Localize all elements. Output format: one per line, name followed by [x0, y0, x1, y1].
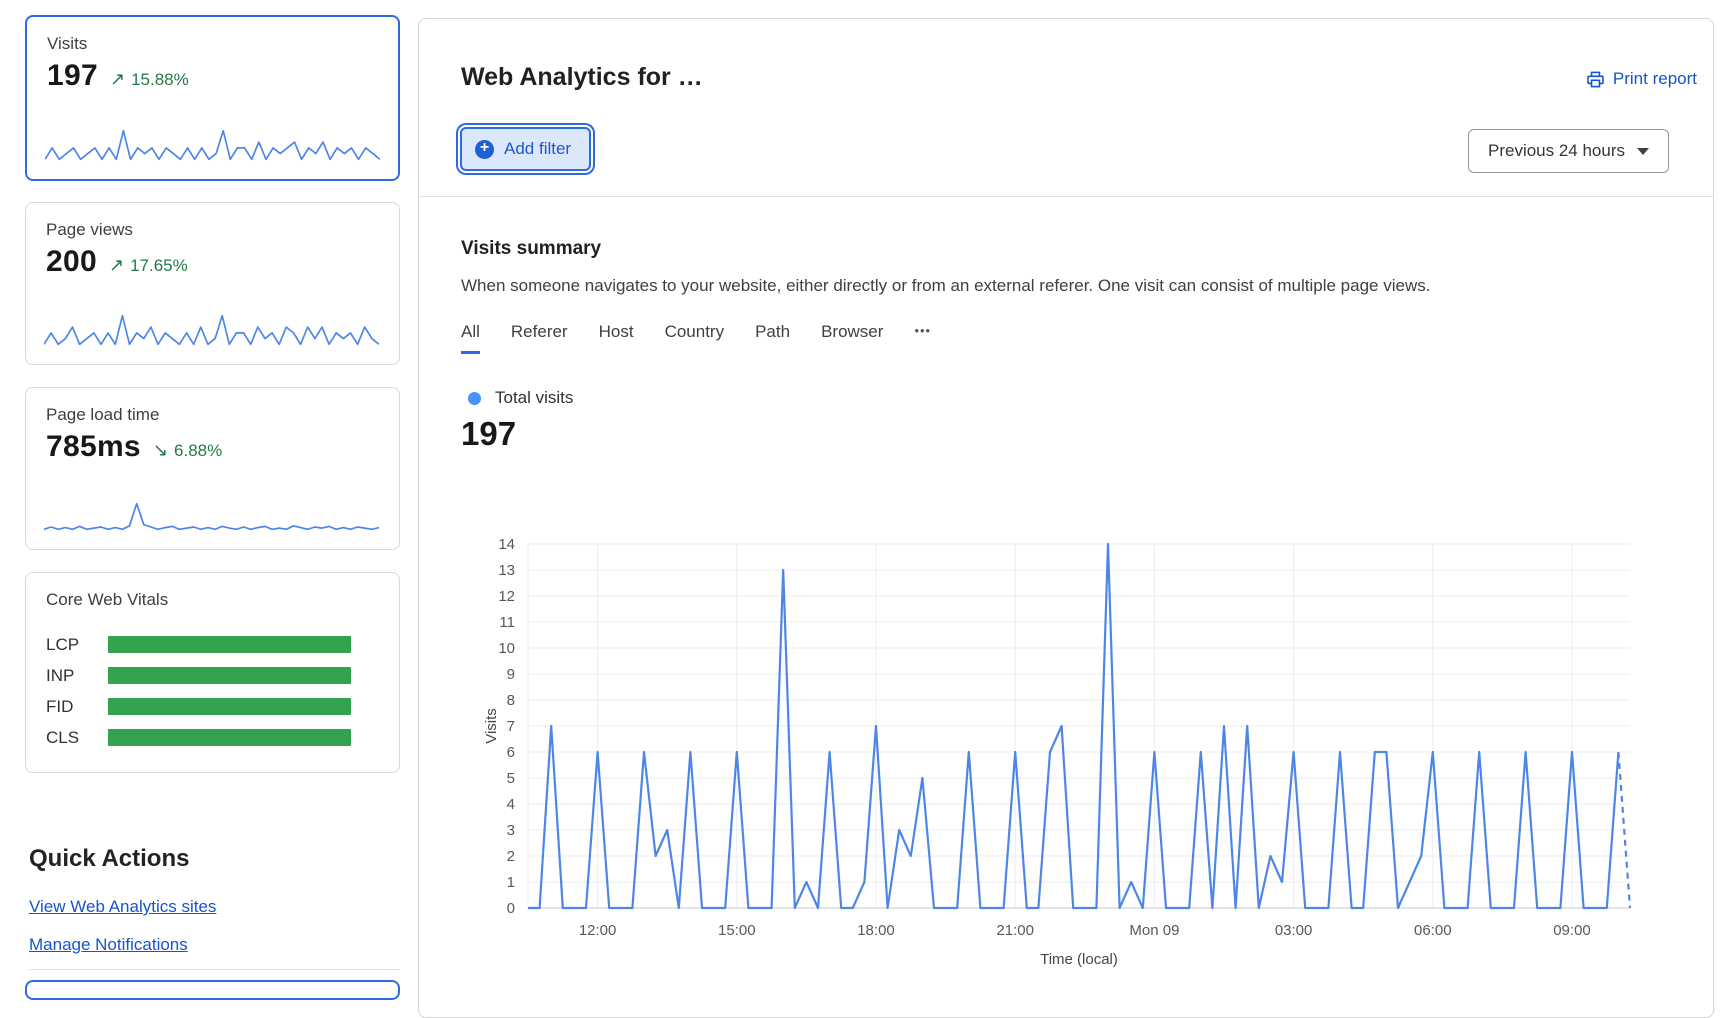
svg-text:Time (local): Time (local) [1040, 951, 1118, 968]
trend-badge: 17.65% [109, 255, 188, 276]
visits-sparkline-chart [45, 123, 380, 167]
legend-dot-icon [468, 392, 481, 405]
sidebar-divider [29, 969, 400, 970]
core-web-vitals-card: Core Web Vitals LCP INP FID CLS [25, 572, 400, 773]
trend-percent: 17.65% [130, 256, 188, 276]
svg-text:8: 8 [507, 692, 515, 709]
total-visits-value: 197 [461, 415, 516, 453]
cwv-bar-good [108, 636, 351, 653]
tab-path[interactable]: Path [755, 322, 790, 351]
cwv-label: CLS [46, 728, 108, 748]
visits-summary-title: Visits summary [461, 238, 601, 260]
sidebar: Visits 197 15.88% Page views 200 17.65% … [25, 0, 400, 988]
svg-text:7: 7 [507, 718, 515, 735]
metric-card-title: Page load time [46, 405, 159, 425]
header-divider [419, 196, 1713, 197]
trend-percent: 15.88% [131, 70, 189, 90]
trend-percent: 6.88% [174, 441, 222, 461]
metric-card-partial[interactable] [25, 980, 400, 1000]
metric-card-page-views[interactable]: Page views 200 17.65% [25, 202, 400, 365]
svg-text:12: 12 [498, 588, 515, 605]
svg-text:0: 0 [507, 900, 515, 917]
add-filter-button[interactable]: Add filter [460, 127, 591, 171]
cwv-bar-good [108, 667, 351, 684]
metric-value: 785ms [46, 430, 141, 464]
page-title: Web Analytics for … [461, 63, 703, 92]
add-filter-label: Add filter [504, 139, 571, 159]
metric-value: 200 [46, 245, 97, 279]
cwv-bar-good [108, 729, 351, 746]
tab-all[interactable]: All [461, 322, 480, 354]
svg-text:14: 14 [498, 536, 515, 553]
web-analytics-panel: Web Analytics for … Print report Add fil… [418, 18, 1714, 1018]
visits-summary-description: When someone navigates to your website, … [461, 276, 1430, 296]
cwv-row-fid: FID [46, 691, 379, 722]
manage-notifications-link[interactable]: Manage Notifications [29, 935, 188, 955]
chevron-down-icon [1637, 148, 1649, 155]
tab-country[interactable]: Country [665, 322, 725, 351]
dimension-tabs: All Referer Host Country Path Browser ••… [461, 322, 931, 354]
cwv-bar-good [108, 698, 351, 715]
trend-up-icon [109, 255, 124, 276]
cwv-row-cls: CLS [46, 722, 379, 753]
time-range-dropdown[interactable]: Previous 24 hours [1468, 129, 1669, 173]
metric-card-page-load-time[interactable]: Page load time 785ms 6.88% [25, 387, 400, 550]
metric-value: 197 [47, 59, 98, 93]
trend-up-icon [110, 69, 125, 90]
plus-icon [475, 140, 494, 159]
tab-host[interactable]: Host [599, 322, 634, 351]
svg-text:06:00: 06:00 [1414, 922, 1452, 939]
cwv-label: FID [46, 697, 108, 717]
svg-text:Mon 09: Mon 09 [1129, 922, 1179, 939]
legend-label: Total visits [495, 388, 573, 408]
svg-text:09:00: 09:00 [1553, 922, 1591, 939]
metric-card-visits[interactable]: Visits 197 15.88% [25, 15, 400, 181]
svg-text:11: 11 [499, 614, 515, 631]
metric-card-title: Visits [47, 34, 87, 54]
trend-badge: 6.88% [153, 440, 222, 461]
svg-text:Visits: Visits [483, 708, 500, 744]
metric-card-title: Page views [46, 220, 133, 240]
trend-down-icon [153, 440, 168, 461]
print-report-button[interactable]: Print report [1586, 69, 1697, 89]
svg-text:03:00: 03:00 [1275, 922, 1313, 939]
print-report-label: Print report [1613, 69, 1697, 89]
svg-text:3: 3 [507, 822, 515, 839]
svg-text:18:00: 18:00 [857, 922, 895, 939]
tab-referer[interactable]: Referer [511, 322, 568, 351]
visits-chart: 12:00 15:00 18:00 21:00 Mon 09 03:00 06:00 09:0… [476, 532, 1646, 982]
core-web-vitals-title: Core Web Vitals [46, 590, 168, 610]
time-range-label: Previous 24 hours [1488, 141, 1625, 161]
cwv-row-inp: INP [46, 660, 379, 691]
svg-text:6: 6 [507, 744, 515, 761]
cwv-label: INP [46, 666, 108, 686]
svg-text:10: 10 [498, 640, 515, 657]
svg-text:2: 2 [507, 848, 515, 865]
tab-browser[interactable]: Browser [821, 322, 883, 351]
svg-text:15:00: 15:00 [718, 922, 756, 939]
loadtime-sparkline-chart [44, 493, 379, 537]
svg-text:5: 5 [507, 770, 515, 787]
tab-more-ellipsis-icon[interactable]: ••• [914, 323, 931, 347]
svg-text:1: 1 [507, 874, 515, 891]
quick-actions-title: Quick Actions [29, 845, 189, 873]
cwv-row-lcp: LCP [46, 629, 379, 660]
printer-icon [1586, 70, 1605, 89]
trend-badge: 15.88% [110, 69, 189, 90]
svg-text:21:00: 21:00 [996, 922, 1034, 939]
svg-text:4: 4 [507, 796, 515, 813]
cwv-label: LCP [46, 635, 108, 655]
svg-text:9: 9 [507, 666, 515, 683]
svg-text:12:00: 12:00 [579, 922, 617, 939]
pageviews-sparkline-chart [44, 308, 379, 352]
view-web-analytics-sites-link[interactable]: View Web Analytics sites [29, 897, 216, 917]
chart-legend: Total visits [468, 388, 573, 408]
svg-text:13: 13 [498, 562, 515, 579]
